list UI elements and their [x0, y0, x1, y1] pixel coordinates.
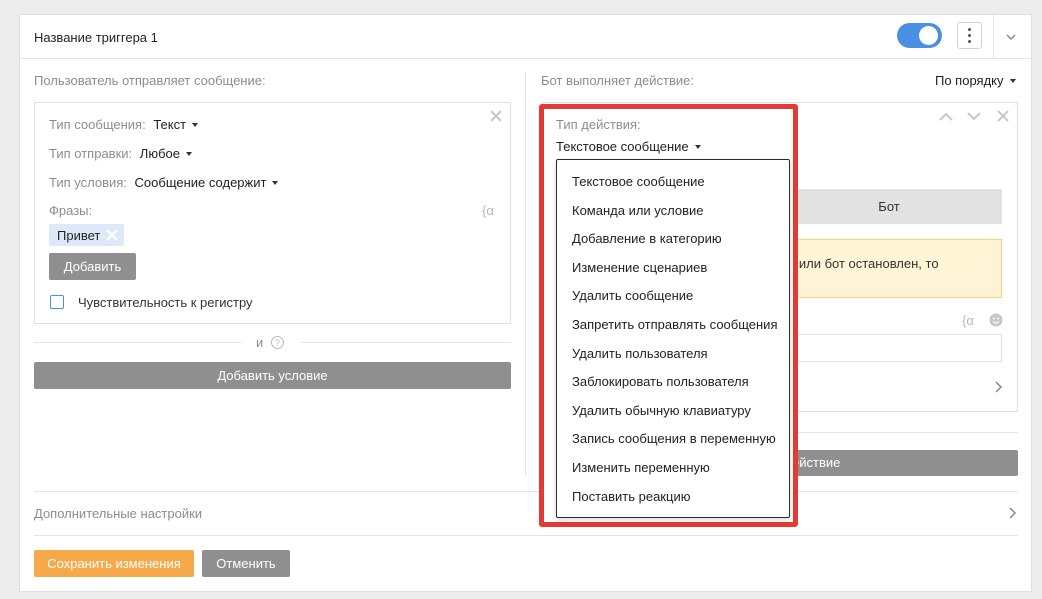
action-type-value: Текстовое сообщение: [556, 139, 689, 154]
send-type-label: Тип отправки:: [49, 146, 133, 161]
condition-type-label: Тип условия:: [49, 175, 127, 190]
send-type-row[interactable]: Тип отправки: Любое: [49, 146, 192, 161]
move-down-icon[interactable]: [966, 110, 982, 122]
dropdown-option[interactable]: Запретить отправлять сообщения: [572, 317, 778, 346]
caret-down-icon: [192, 122, 199, 127]
action-type-select[interactable]: Текстовое сообщение: [556, 139, 701, 154]
add-action-label: ействие: [792, 455, 841, 470]
dropdown-option[interactable]: Запись сообщения в переменную: [572, 431, 778, 460]
insert-variable-icon[interactable]: {α: [482, 203, 494, 218]
move-up-icon[interactable]: [938, 110, 954, 122]
and-separator: и: [256, 335, 264, 350]
more-menu-button[interactable]: [957, 22, 982, 49]
remove-action-icon[interactable]: [996, 109, 1010, 123]
condition-type-value[interactable]: Сообщение содержит: [135, 175, 267, 190]
phrases-label: Фразы:: [49, 203, 93, 218]
case-sensitive-checkbox[interactable]: [50, 295, 64, 309]
message-type-value[interactable]: Текст: [153, 117, 186, 132]
phrase-tag-text: Привет: [57, 227, 101, 243]
send-type-value[interactable]: Любое: [140, 146, 180, 161]
phrase-tag: Привет: [49, 224, 125, 246]
caret-down-icon: [185, 151, 192, 156]
order-select-value: По порядку: [935, 73, 1004, 88]
emoji-icon[interactable]: [989, 313, 1003, 327]
save-changes-button[interactable]: Сохранить изменения: [34, 550, 194, 577]
dropdown-option[interactable]: Удалить сообщение: [572, 288, 778, 317]
dropdown-option[interactable]: Изменение сценариев: [572, 260, 778, 289]
chevron-right-icon[interactable]: [992, 380, 1004, 394]
extra-settings-row[interactable]: Дополнительные настройки: [34, 500, 1018, 528]
message-text-input[interactable]: [776, 334, 1002, 362]
case-sensitive-label: Чувствительность к регистру: [78, 295, 253, 310]
caret-down-icon: [1009, 78, 1016, 83]
collapse-button[interactable]: [1000, 26, 1022, 48]
dropdown-option[interactable]: Текстовое сообщение: [572, 174, 778, 203]
insert-variable-icon[interactable]: {α: [962, 313, 974, 328]
condition-type-row[interactable]: Тип условия: Сообщение содержит: [49, 175, 279, 190]
bot-tab[interactable]: Бот: [776, 189, 1002, 224]
dropdown-option[interactable]: Удалить пользователя: [572, 346, 778, 375]
dropdown-option[interactable]: Поставить реакцию: [572, 489, 778, 518]
caret-down-icon: [272, 180, 279, 185]
add-condition-button[interactable]: Добавить условие: [34, 362, 511, 389]
action-type-label: Тип действия:: [556, 117, 641, 132]
dropdown-option[interactable]: Заблокировать пользователя: [572, 374, 778, 403]
action-type-dropdown: Текстовое сообщение Команда или условие До…: [556, 159, 790, 518]
dropdown-option[interactable]: Команда или условие: [572, 203, 778, 232]
extra-settings-label: Дополнительные настройки: [34, 506, 203, 521]
add-phrase-button[interactable]: Добавить: [49, 253, 136, 280]
chevron-down-icon: [1006, 34, 1016, 41]
caret-down-icon: [694, 144, 701, 149]
remove-condition-icon[interactable]: [489, 109, 503, 123]
help-icon[interactable]: ?: [271, 336, 284, 349]
trigger-enabled-toggle[interactable]: [897, 23, 942, 48]
warning-text: е или бот остановлен, то: [788, 256, 939, 271]
dropdown-option[interactable]: Добавление в категорию: [572, 231, 778, 260]
cancel-button[interactable]: Отменить: [202, 550, 290, 577]
trigger-title: Название триггера 1: [34, 30, 158, 45]
remove-tag-icon[interactable]: [106, 229, 119, 241]
condition-card: [34, 102, 511, 324]
warning-box: е или бот остановлен, то: [776, 239, 1002, 298]
dropdown-option[interactable]: Удалить обычную клавиатуру: [572, 403, 778, 432]
chevron-right-icon: [1009, 507, 1017, 519]
order-select[interactable]: По порядку: [935, 73, 1016, 88]
bot-action-heading: Бот выполняет действие:: [541, 73, 694, 88]
dropdown-option[interactable]: Изменить переменную: [572, 460, 778, 489]
message-type-label: Тип сообщения:: [49, 117, 146, 132]
more-vertical-icon: [968, 28, 971, 43]
user-sends-heading: Пользователь отправляет сообщение:: [34, 73, 266, 88]
message-type-row[interactable]: Тип сообщения: Текст: [49, 117, 199, 132]
